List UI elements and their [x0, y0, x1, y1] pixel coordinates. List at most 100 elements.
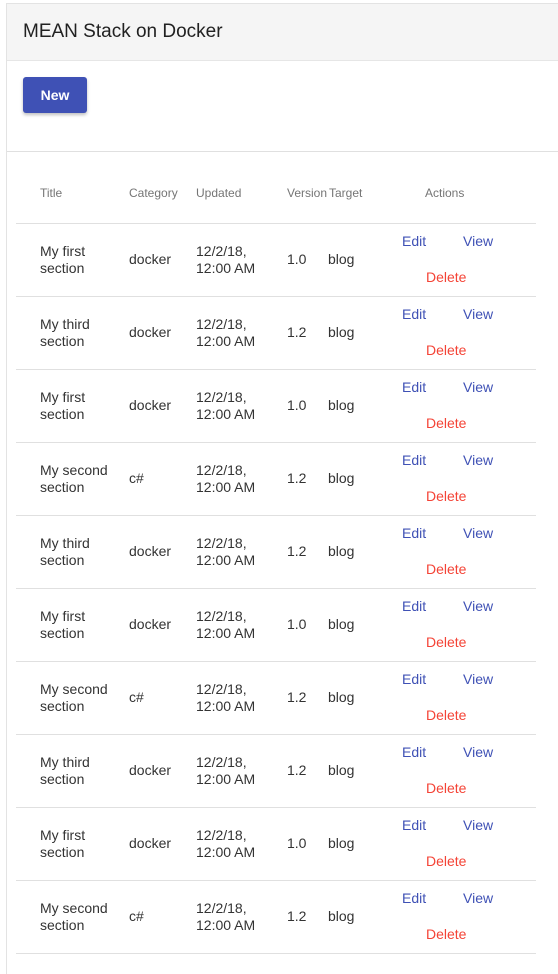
row-title: My second section [40, 462, 108, 495]
row-version: 1.0 [287, 616, 307, 632]
delete-button[interactable]: Delete [426, 707, 466, 723]
edit-button[interactable]: Edit [402, 379, 426, 395]
row-updated: 12/2/18, 12:00 AM [196, 535, 256, 568]
row-title: My second section [40, 900, 108, 933]
edit-button[interactable]: Edit [402, 890, 426, 906]
row-target: blog [328, 762, 355, 778]
edit-button[interactable]: Edit [402, 525, 426, 541]
row-category: docker [129, 251, 172, 267]
column-header-target[interactable]: Target [329, 186, 362, 200]
delete-button[interactable]: Delete [426, 634, 466, 650]
app-header: MEAN Stack on Docker [7, 4, 558, 61]
row-title: My third section [40, 316, 90, 349]
table-row: My third section docker 12/2/18, 12:00 AM 1… [16, 297, 536, 370]
page-title: MEAN Stack on Docker [23, 21, 223, 42]
row-target: blog [328, 908, 355, 924]
table-row: My first section docker 12/2/18, 12:00 AM 1… [16, 589, 536, 662]
column-header-category[interactable]: Category [129, 186, 178, 200]
row-updated: 12/2/18, 12:00 AM [196, 681, 256, 714]
row-version: 1.0 [287, 251, 307, 267]
row-target: blog [328, 324, 355, 340]
row-title: My third section [40, 535, 90, 568]
row-version: 1.2 [287, 543, 307, 559]
row-title: My first section [40, 243, 86, 276]
row-title: My third section [40, 754, 90, 787]
row-category: docker [129, 397, 172, 413]
row-version: 1.2 [287, 762, 307, 778]
row-title: My first section [40, 608, 86, 641]
edit-button[interactable]: Edit [402, 598, 426, 614]
row-title: My second section [40, 681, 108, 714]
delete-button[interactable]: Delete [426, 415, 466, 431]
view-button[interactable]: View [463, 598, 493, 614]
view-button[interactable]: View [463, 379, 493, 395]
view-button[interactable]: View [463, 890, 493, 906]
sections-table: Title Category Updated Version Target Ac… [16, 170, 536, 954]
new-button[interactable]: New [23, 77, 87, 113]
row-version: 1.2 [287, 689, 307, 705]
row-target: blog [328, 397, 355, 413]
table-row: My first section docker 12/2/18, 12:00 AM 1… [16, 224, 536, 297]
edit-button[interactable]: Edit [402, 233, 426, 249]
row-category: c# [129, 689, 144, 705]
row-version: 1.0 [287, 397, 307, 413]
row-updated: 12/2/18, 12:00 AM [196, 389, 256, 422]
row-category: docker [129, 543, 172, 559]
delete-button[interactable]: Delete [426, 926, 466, 942]
table-body: My first section docker 12/2/18, 12:00 AM 1… [16, 224, 536, 954]
row-updated: 12/2/18, 12:00 AM [196, 316, 256, 349]
view-button[interactable]: View [463, 817, 493, 833]
row-category: c# [129, 470, 144, 486]
delete-button[interactable]: Delete [426, 780, 466, 796]
edit-button[interactable]: Edit [402, 306, 426, 322]
row-target: blog [328, 470, 355, 486]
row-target: blog [328, 689, 355, 705]
column-header-version[interactable]: Version [287, 186, 327, 200]
edit-button[interactable]: Edit [402, 744, 426, 760]
row-target: blog [328, 835, 355, 851]
row-target: blog [328, 251, 355, 267]
table-row: My first section docker 12/2/18, 12:00 AM 1… [16, 370, 536, 443]
table-row: My second section c# 12/2/18, 12:00 AM 1.2 b… [16, 662, 536, 735]
row-updated: 12/2/18, 12:00 AM [196, 608, 256, 641]
delete-button[interactable]: Delete [426, 561, 466, 577]
table-row: My second section c# 12/2/18, 12:00 AM 1.2 b… [16, 881, 536, 954]
column-header-title[interactable]: Title [40, 186, 62, 200]
row-updated: 12/2/18, 12:00 AM [196, 900, 256, 933]
row-updated: 12/2/18, 12:00 AM [196, 462, 256, 495]
edit-button[interactable]: Edit [402, 452, 426, 468]
column-header-updated[interactable]: Updated [196, 186, 241, 200]
row-updated: 12/2/18, 12:00 AM [196, 243, 256, 276]
row-title: My first section [40, 389, 86, 422]
row-category: docker [129, 616, 172, 632]
row-category: c# [129, 908, 144, 924]
row-updated: 12/2/18, 12:00 AM [196, 827, 256, 860]
view-button[interactable]: View [463, 671, 493, 687]
view-button[interactable]: View [463, 744, 493, 760]
table-row: My third section docker 12/2/18, 12:00 AM 1… [16, 516, 536, 589]
view-button[interactable]: View [463, 452, 493, 468]
row-target: blog [328, 543, 355, 559]
row-version: 1.2 [287, 324, 307, 340]
view-button[interactable]: View [463, 306, 493, 322]
table-row: My first section docker 12/2/18, 12:00 AM 1… [16, 808, 536, 881]
delete-button[interactable]: Delete [426, 269, 466, 285]
delete-button[interactable]: Delete [426, 342, 466, 358]
table-row: My second section c# 12/2/18, 12:00 AM 1.2 b… [16, 443, 536, 516]
view-button[interactable]: View [463, 525, 493, 541]
row-category: docker [129, 835, 172, 851]
view-button[interactable]: View [463, 233, 493, 249]
row-version: 1.2 [287, 908, 307, 924]
delete-button[interactable]: Delete [426, 488, 466, 504]
delete-button[interactable]: Delete [426, 853, 466, 869]
toolbar: New [7, 61, 558, 152]
row-category: docker [129, 324, 172, 340]
edit-button[interactable]: Edit [402, 817, 426, 833]
column-header-actions: Actions [425, 186, 465, 200]
row-target: blog [328, 616, 355, 632]
table-row: My third section docker 12/2/18, 12:00 AM 1… [16, 735, 536, 808]
row-category: docker [129, 762, 172, 778]
edit-button[interactable]: Edit [402, 671, 426, 687]
table-header: Title Category Updated Version Target Ac… [16, 170, 536, 224]
row-updated: 12/2/18, 12:00 AM [196, 754, 256, 787]
